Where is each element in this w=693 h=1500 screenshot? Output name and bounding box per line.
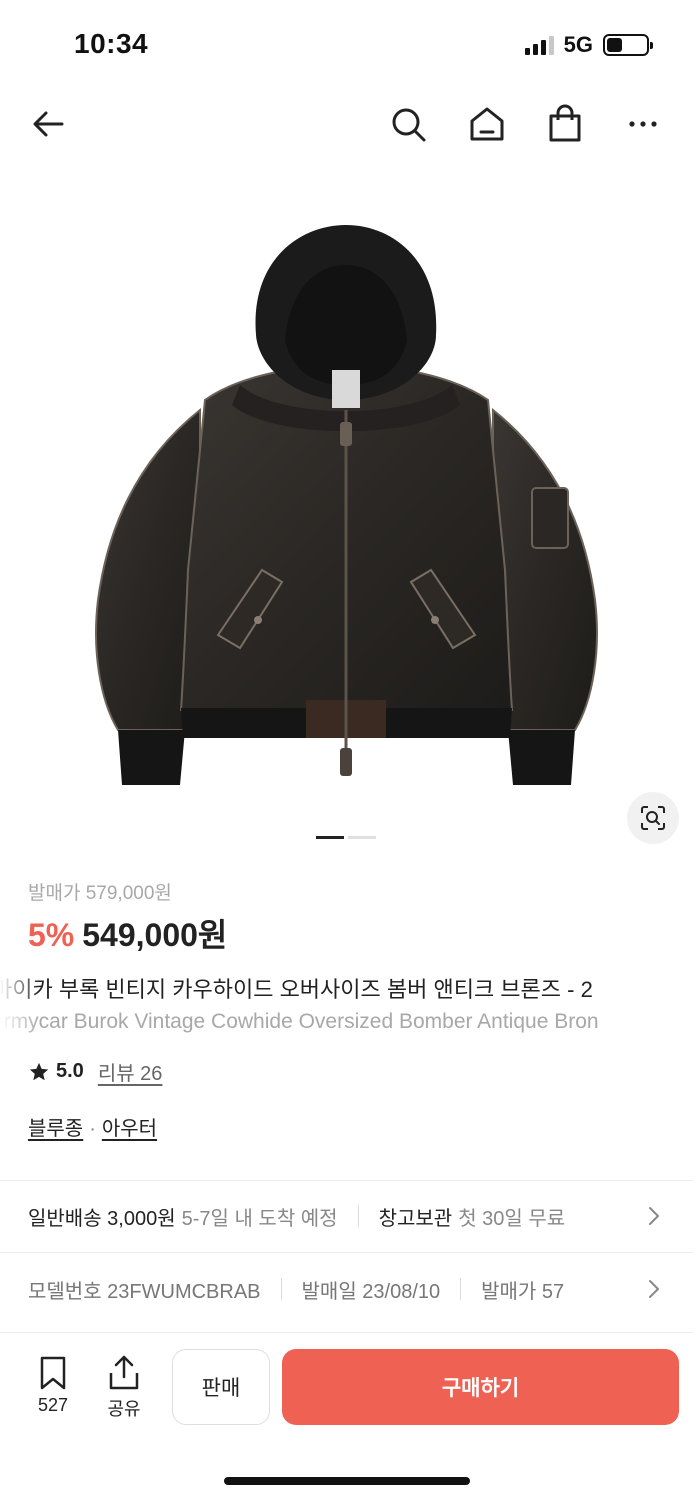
divider — [0, 1252, 693, 1253]
standard-delivery-eta: 5-7일 내 도착 예정 — [181, 1207, 338, 1230]
spec-release-price: 발매가 57 — [481, 1280, 565, 1303]
release-date: 발매일 23/08/10 — [301, 1280, 441, 1303]
status-time: 10:34 — [74, 28, 149, 59]
shopping-bag-icon[interactable] — [543, 102, 587, 146]
product-title-en-text: ermycar Burok Vintage Cowhide Oversized … — [0, 1010, 599, 1033]
star-icon — [29, 1062, 49, 1080]
model-number: 모델번호 23FWUMCBRAB — [28, 1280, 261, 1303]
product-title-ko-text: 마이카 부록 빈티지 카우하이드 오버사이즈 봄버 앤티크 브론즈 - 2 — [0, 977, 593, 1002]
bookmark-button[interactable]: 527 — [25, 1355, 81, 1416]
status-bar: 10:34 5G — [0, 0, 693, 90]
title-fade-left — [0, 965, 40, 1045]
rating-value: 5.0 — [56, 1060, 84, 1082]
share-label: 공유 — [107, 1399, 141, 1419]
category-link-blouson[interactable]: 블루종 — [28, 1118, 83, 1140]
pager-dot-active — [316, 836, 344, 839]
category-breadcrumb: 블루종 · 아우터 — [28, 1112, 157, 1141]
review-link[interactable]: 리뷰 26 — [98, 1057, 163, 1086]
bookmark-icon — [40, 1356, 66, 1390]
product-image[interactable] — [0, 170, 693, 820]
home-icon[interactable] — [465, 102, 509, 146]
buy-button[interactable]: 구매하기 — [282, 1349, 679, 1425]
bomber-jacket-image — [95, 225, 598, 785]
spec-row[interactable]: 모델번호 23FWUMCBRAB 발매일 23/08/10 발매가 57 — [0, 1256, 693, 1322]
signal-icon — [524, 35, 554, 55]
product-title-en: ermycar Burok Vintage Cowhide Oversized … — [0, 1010, 693, 1034]
vertical-separator — [357, 1205, 359, 1227]
title-fade-right — [653, 965, 693, 1045]
back-arrow-icon[interactable] — [26, 102, 70, 146]
current-price: 549,000원 — [82, 917, 228, 953]
more-icon[interactable] — [621, 102, 665, 146]
chevron-right-icon — [639, 1201, 669, 1231]
delivery-row[interactable]: 일반배송 3,000원 5-7일 내 도착 예정 창고보관 첫 30일 무료 — [0, 1183, 693, 1249]
price-row: 5% 549,000원 — [28, 910, 227, 956]
standard-delivery-label: 일반배송 3,000원 — [28, 1207, 176, 1230]
product-title-ko: 마이카 부록 빈티지 카우하이드 오버사이즈 봄버 앤티크 브론즈 - 2 — [0, 972, 693, 1004]
status-indicators: 5G — [524, 32, 653, 58]
image-pager — [316, 836, 376, 839]
release-price: 발매가 579,000원 — [28, 883, 172, 904]
divider — [0, 1180, 693, 1181]
image-search-button[interactable] — [627, 792, 679, 844]
warehouse-note: 첫 30일 무료 — [458, 1207, 566, 1230]
sell-button[interactable]: 판매 — [172, 1349, 270, 1425]
battery-icon — [603, 34, 653, 56]
pager-dot — [348, 836, 376, 839]
vertical-separator — [280, 1278, 282, 1300]
chevron-right-icon — [639, 1274, 669, 1304]
warehouse-label: 창고보관 — [378, 1207, 453, 1230]
search-icon[interactable] — [386, 102, 430, 146]
bookmark-count: 527 — [37, 1395, 69, 1415]
network-label: 5G — [563, 32, 593, 57]
bottom-action-bar: 527 공유 판매 구매하기 — [0, 1332, 693, 1442]
home-indicator[interactable] — [224, 1477, 470, 1485]
lens-icon — [641, 806, 665, 830]
rating-row: 5.0 리뷰 26 — [28, 1057, 162, 1086]
discount-rate: 5% — [28, 917, 75, 953]
category-separator: · — [89, 1118, 96, 1140]
share-button[interactable]: 공유 — [96, 1355, 152, 1421]
vertical-separator — [460, 1278, 462, 1300]
share-icon — [109, 1355, 139, 1390]
category-link-outer[interactable]: 아우터 — [102, 1118, 157, 1140]
nav-bar — [0, 96, 693, 152]
